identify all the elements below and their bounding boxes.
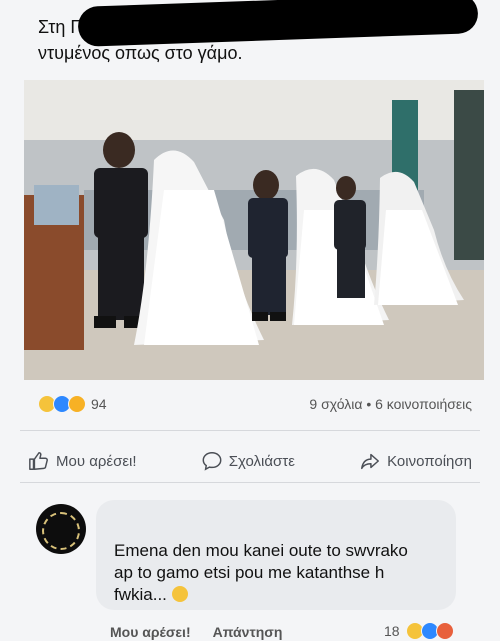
wedding-photo-illustration	[24, 80, 484, 380]
comments-shares-stats[interactable]: 9 σχόλια • 6 κοινοποιήσεις	[309, 396, 472, 412]
thumbs-up-icon	[29, 452, 48, 470]
angry-emoji-icon	[435, 622, 454, 640]
avatar-badge-ring	[42, 512, 80, 550]
post-photo[interactable]	[24, 80, 484, 380]
reaction-count: 94	[91, 396, 107, 412]
comment-reactions[interactable]: 18	[384, 622, 454, 640]
comment-reply-link[interactable]: Απάντηση	[213, 624, 283, 640]
comment-button[interactable]: Σχολιάστε	[193, 448, 303, 474]
comment-reaction-count: 18	[384, 623, 400, 639]
comment-like-link[interactable]: Μου αρέσει!	[110, 624, 191, 640]
comment-body: Emena den mou kanei oute to swvrako ap t…	[114, 541, 408, 604]
comment-button-label: Σχολιάστε	[228, 452, 295, 470]
post-reactions[interactable]: 94	[38, 395, 107, 413]
thinking-emoji-icon	[171, 586, 188, 602]
post-action-bar: Μου αρέσει! Σχολιάστε Κοινοποίηση	[20, 448, 480, 474]
comment-actions: Μου αρέσει! Απάντηση	[110, 624, 282, 640]
comment-icon	[202, 452, 222, 471]
divider	[20, 482, 480, 483]
share-button[interactable]: Κοινοποίηση	[351, 448, 480, 474]
avatar[interactable]	[36, 504, 86, 554]
divider	[20, 430, 480, 431]
comment-text: Emena den mou kanei oute to swvrako ap t…	[114, 540, 414, 606]
like-button-label: Μου αρέσει!	[56, 452, 137, 470]
share-arrow-icon	[361, 453, 380, 470]
wow-emoji-icon	[68, 395, 86, 413]
like-button[interactable]: Μου αρέσει!	[20, 448, 145, 474]
share-button-label: Κοινοποίηση	[387, 452, 472, 470]
